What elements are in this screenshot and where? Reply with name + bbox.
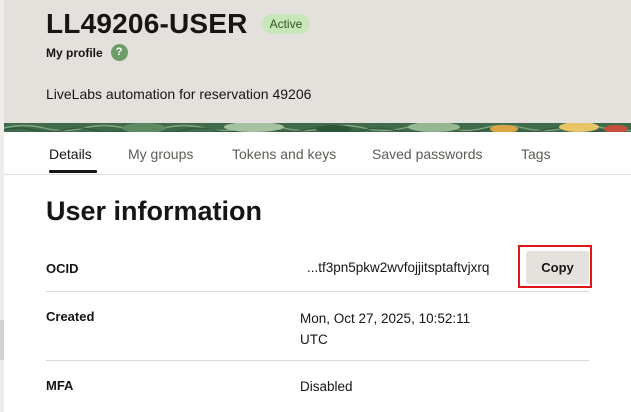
status-badge: Active xyxy=(261,14,311,34)
mfa-label: MFA xyxy=(46,378,74,393)
rail-scroll-mark xyxy=(0,320,4,360)
section-title: User information xyxy=(46,196,263,226)
active-tab-indicator xyxy=(49,170,97,173)
profile-row: My profile ? xyxy=(46,44,128,61)
page-title: LL49206-USER xyxy=(46,8,248,39)
tab-tokens-and-keys[interactable]: Tokens and keys xyxy=(232,146,336,162)
tab-my-groups[interactable]: My groups xyxy=(128,146,193,162)
ocid-value: ...tf3pn5pkw2wvfojjitsptaftvjxrq xyxy=(307,260,490,275)
tab-bar: Details My groups Tokens and keys Saved … xyxy=(4,132,631,175)
copy-ocid-button[interactable]: Copy xyxy=(526,251,589,284)
banner-pattern xyxy=(4,123,631,132)
page-header: LL49206-USER Active My profile ? LiveLab… xyxy=(4,0,631,123)
tab-tags[interactable]: Tags xyxy=(521,146,551,162)
tab-saved-passwords[interactable]: Saved passwords xyxy=(372,146,483,162)
info-row-ocid: OCID ...tf3pn5pkw2wvfojjitsptaftvjxrq xyxy=(46,244,589,292)
title-row: LL49206-USER Active xyxy=(46,8,311,40)
user-description: LiveLabs automation for reservation 4920… xyxy=(46,86,312,102)
help-icon[interactable]: ? xyxy=(110,44,128,61)
created-value-line1: Mon, Oct 27, 2025, 10:52:11 xyxy=(300,311,471,326)
decorative-banner xyxy=(4,123,631,132)
profile-label: My profile xyxy=(46,45,103,60)
mfa-value: Disabled xyxy=(300,379,353,394)
ocid-label: OCID xyxy=(46,261,79,276)
created-value: Mon, Oct 27, 2025, 10:52:11 UTC xyxy=(300,308,470,350)
info-row-created: Created Mon, Oct 27, 2025, 10:52:11 UTC xyxy=(46,291,589,361)
created-value-line2: UTC xyxy=(300,332,328,347)
tab-details[interactable]: Details xyxy=(49,146,92,162)
created-label: Created xyxy=(46,309,95,324)
info-row-mfa: MFA Disabled xyxy=(46,360,589,412)
